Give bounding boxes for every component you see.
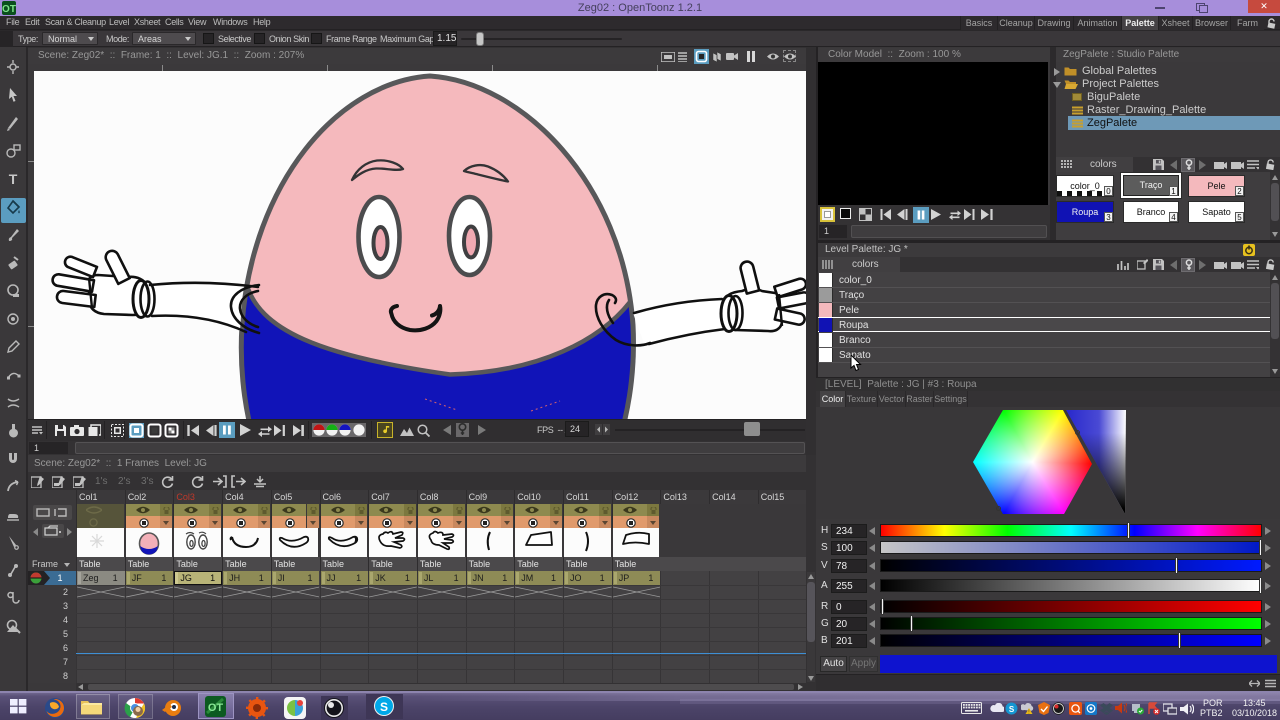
svg-text:T: T — [9, 171, 18, 187]
svg-text:S: S — [1009, 705, 1015, 714]
svg-text:S: S — [380, 700, 388, 714]
svg-text:OT: OT — [208, 702, 224, 714]
svg-text:!: ! — [1028, 709, 1029, 715]
